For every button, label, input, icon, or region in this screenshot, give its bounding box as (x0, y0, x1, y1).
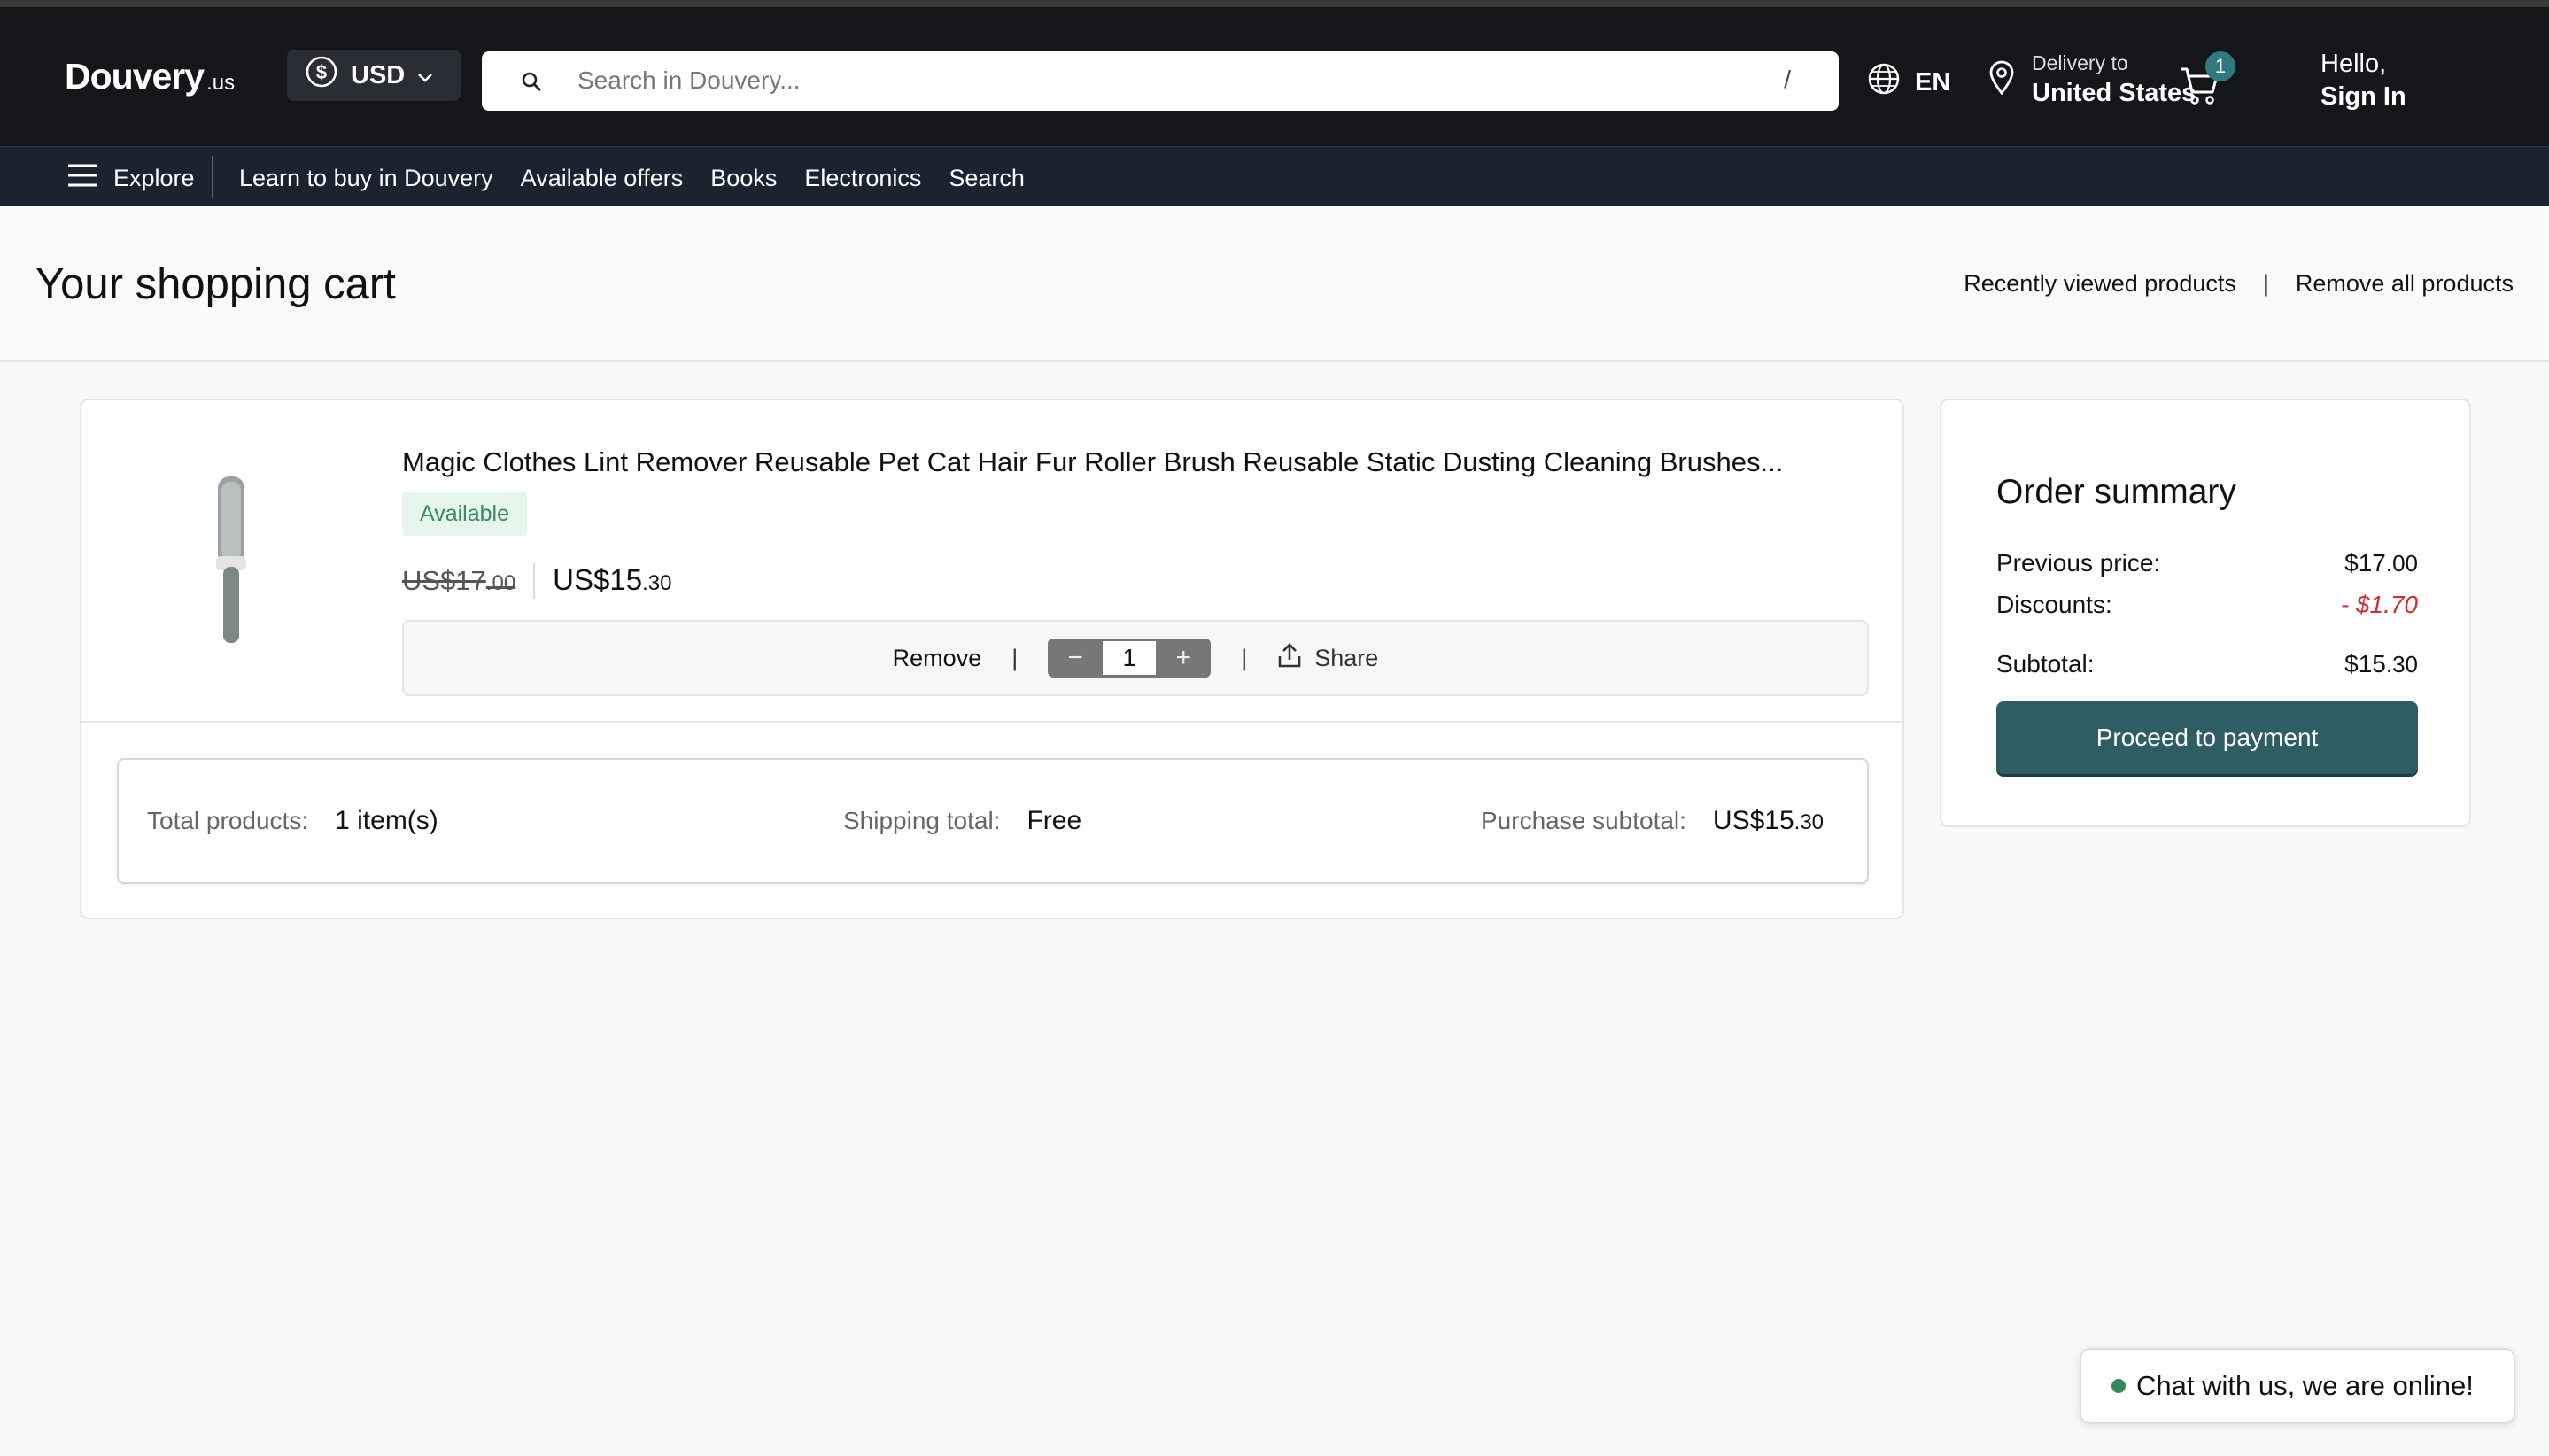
logo-text: Douvery (65, 56, 205, 97)
shipping-total: Shipping total: Free (843, 806, 1081, 836)
currency-selector[interactable]: $ USD (287, 50, 461, 101)
sign-in-link[interactable]: Hello, Sign In (2320, 50, 2406, 112)
search-icon[interactable] (521, 71, 542, 97)
shipping-total-value: Free (1027, 806, 1082, 835)
previous-price-main: $17 (2344, 549, 2386, 577)
subtotal-main: $15 (2344, 650, 2386, 678)
card-divider (81, 721, 1902, 723)
remove-item-button[interactable]: Remove (893, 645, 982, 672)
old-price: US$17.00 (402, 565, 515, 597)
quantity-input[interactable] (1103, 641, 1157, 675)
site-logo[interactable]: Douvery .us (65, 56, 235, 97)
cart-items-card: Magic Clothes Lint Remover Reusable Pet … (80, 399, 1904, 919)
nav-link-electronics[interactable]: Electronics (804, 165, 921, 192)
share-button[interactable]: Share (1277, 642, 1378, 675)
old-price-cents: .00 (485, 571, 516, 595)
nav-link-learn-to-buy[interactable]: Learn to buy in Douvery (239, 165, 493, 192)
subtotal-row: Subtotal: $15.30 (1996, 650, 2418, 678)
price-divider (533, 563, 536, 599)
current-price-main: US$15 (553, 563, 643, 596)
total-products: Total products: 1 item(s) (147, 806, 438, 836)
product-image[interactable] (179, 471, 285, 648)
order-summary-card: Order summary Previous price: $17.00 Dis… (1940, 399, 2471, 827)
product-name[interactable]: Magic Clothes Lint Remover Reusable Pet … (402, 446, 1783, 478)
cart-button[interactable]: 1 (2179, 51, 2241, 112)
delivery-country: United States (2032, 79, 2196, 107)
hamburger-menu-icon (67, 163, 97, 194)
remove-all-link[interactable]: Remove all products (2296, 270, 2514, 298)
online-status-dot (2111, 1379, 2126, 1393)
delivery-label: Delivery to (2032, 51, 2128, 74)
purchase-subtotal-value: US$15.30 (1713, 806, 1824, 836)
cart-totals: Total products: 1 item(s) Shipping total… (117, 758, 1869, 884)
discounts-row: Discounts: - $1.70 (1996, 591, 2418, 619)
purchase-subtotal-main: US$15 (1712, 806, 1794, 835)
site-header: Douvery .us $ USD / EN Delivery to Unite… (0, 7, 2549, 146)
discounts-value: - $1.70 (2340, 591, 2418, 618)
decrease-quantity-button[interactable]: − (1048, 639, 1103, 678)
increase-quantity-button[interactable]: + (1156, 639, 1211, 678)
nav-link-books[interactable]: Books (710, 165, 777, 192)
category-nav: Explore Learn to buy in Douvery Availabl… (0, 146, 2549, 206)
cart-title-bar: Your shopping cart Recently viewed produ… (0, 206, 2549, 362)
page-title: Your shopping cart (35, 260, 396, 308)
current-price-cents: .30 (642, 571, 672, 595)
nav-link-search[interactable]: Search (949, 165, 1025, 192)
nav-divider (212, 156, 213, 198)
proceed-to-payment-button[interactable]: Proceed to payment (1996, 701, 2418, 774)
purchase-subtotal: Purchase subtotal: US$15.30 (1481, 806, 1824, 836)
quantity-stepper: − + (1048, 639, 1212, 678)
product-prices: US$17.00 US$15.30 (402, 563, 671, 599)
purchase-subtotal-cents: .30 (1794, 810, 1825, 834)
search-shortcut-hint: / (1784, 66, 1791, 93)
cart-count-badge: 1 (2205, 51, 2235, 81)
explore-menu-button[interactable]: Explore (67, 163, 195, 194)
chevron-down-icon (417, 61, 433, 90)
discounts-label: Discounts: (1996, 591, 2112, 618)
logo-tld: .us (206, 71, 236, 95)
chat-widget-button[interactable]: Chat with us, we are online! (2080, 1348, 2515, 1424)
chat-label: Chat with us, we are online! (2136, 1370, 2474, 1401)
total-products-value: 1 item(s) (335, 806, 438, 835)
current-price: US$15.30 (553, 563, 671, 597)
previous-price-value: $17.00 (2344, 549, 2418, 577)
subtotal-cents: .30 (2385, 651, 2418, 678)
old-price-main: US$17 (402, 565, 486, 596)
subtotal-label: Subtotal: (1996, 650, 2095, 678)
globe-icon (1867, 62, 1901, 103)
explore-label: Explore (113, 165, 195, 191)
language-code: EN (1915, 67, 1951, 97)
search-bar: / (482, 51, 1839, 111)
window-top-edge (0, 0, 2549, 7)
sign-in-text: Sign In (2320, 82, 2406, 111)
currency-code: USD (351, 60, 406, 89)
greeting-text: Hello, (2320, 50, 2387, 78)
language-selector[interactable]: EN (1867, 62, 1950, 103)
nav-link-available-offers[interactable]: Available offers (521, 165, 684, 192)
search-input[interactable] (577, 60, 1711, 101)
delivery-location[interactable]: Delivery to United States (1987, 51, 2196, 108)
shipping-total-label: Shipping total: (843, 807, 1001, 834)
share-icon (1277, 642, 1302, 675)
share-label: Share (1314, 644, 1379, 671)
action-separator: | (1241, 644, 1248, 671)
purchase-subtotal-label: Purchase subtotal: (1481, 807, 1686, 834)
links-separator: | (2262, 270, 2269, 297)
item-action-bar: Remove | − + | Share (402, 620, 1869, 696)
previous-price-label: Previous price: (1996, 549, 2161, 577)
svg-text:$: $ (316, 61, 327, 83)
action-separator: | (1011, 644, 1019, 671)
total-products-label: Total products: (147, 807, 309, 834)
dollar-circle-icon: $ (305, 55, 338, 96)
previous-price-row: Previous price: $17.00 (1996, 549, 2418, 577)
recently-viewed-link[interactable]: Recently viewed products (1964, 270, 2236, 298)
subtotal-value: $15.30 (2344, 650, 2418, 678)
order-summary-title: Order summary (1996, 473, 2236, 511)
previous-price-cents: .00 (2385, 550, 2418, 577)
location-pin-icon (1987, 60, 2016, 100)
availability-badge: Available (402, 492, 528, 536)
